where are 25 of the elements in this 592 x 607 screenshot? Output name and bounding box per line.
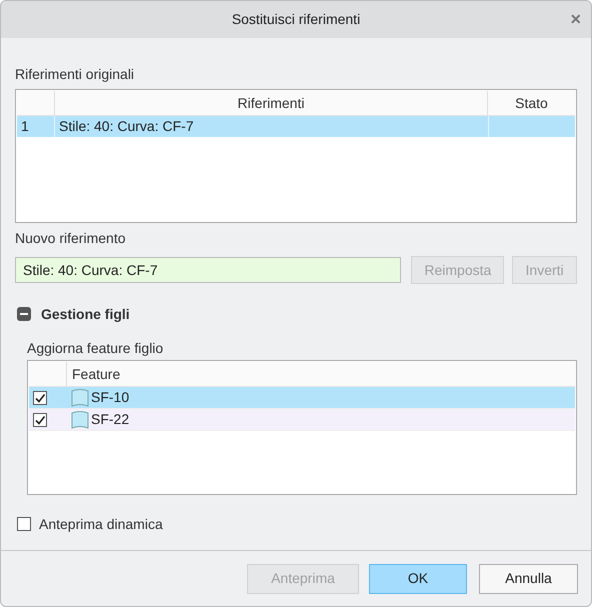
- table-row[interactable]: 1 Stile: 40: Curva: CF-7: [17, 116, 575, 137]
- column-header: Feature: [71, 365, 122, 384]
- reference-cell-text: Stile: 40: Curva: CF-7: [58, 117, 195, 136]
- column-header: Riferimenti: [55, 91, 488, 115]
- surface-icon: [70, 410, 90, 430]
- feature-row[interactable]: SF-10: [29, 387, 575, 409]
- checkbox[interactable]: [33, 412, 47, 426]
- section-label: Aggiorna feature figlio: [27, 339, 164, 358]
- checkbox[interactable]: [33, 390, 47, 404]
- section-label: Nuovo riferimento: [15, 229, 126, 248]
- section-title: Gestione figli: [41, 304, 130, 324]
- surface-icon: [70, 388, 90, 408]
- row-number: 1: [17, 116, 55, 137]
- checkbox-label: Anteprima dinamica: [39, 514, 163, 534]
- feature-name: SF-10: [91, 388, 130, 407]
- feature-row[interactable]: SF-22: [29, 409, 575, 431]
- feature-name: SF-22: [91, 410, 130, 429]
- column-header: Stato: [514, 94, 549, 113]
- dialog-button[interactable]: Annulla: [479, 564, 578, 594]
- dialog-button[interactable]: OK: [369, 564, 467, 594]
- section-label: Riferimenti originali: [15, 65, 136, 84]
- collapse-icon[interactable]: [17, 307, 31, 321]
- reference-field[interactable]: Stile: 40: Curva: CF-7: [15, 257, 402, 283]
- window-title: Sostituisci riferimenti: [232, 10, 360, 29]
- checkbox[interactable]: [17, 517, 31, 531]
